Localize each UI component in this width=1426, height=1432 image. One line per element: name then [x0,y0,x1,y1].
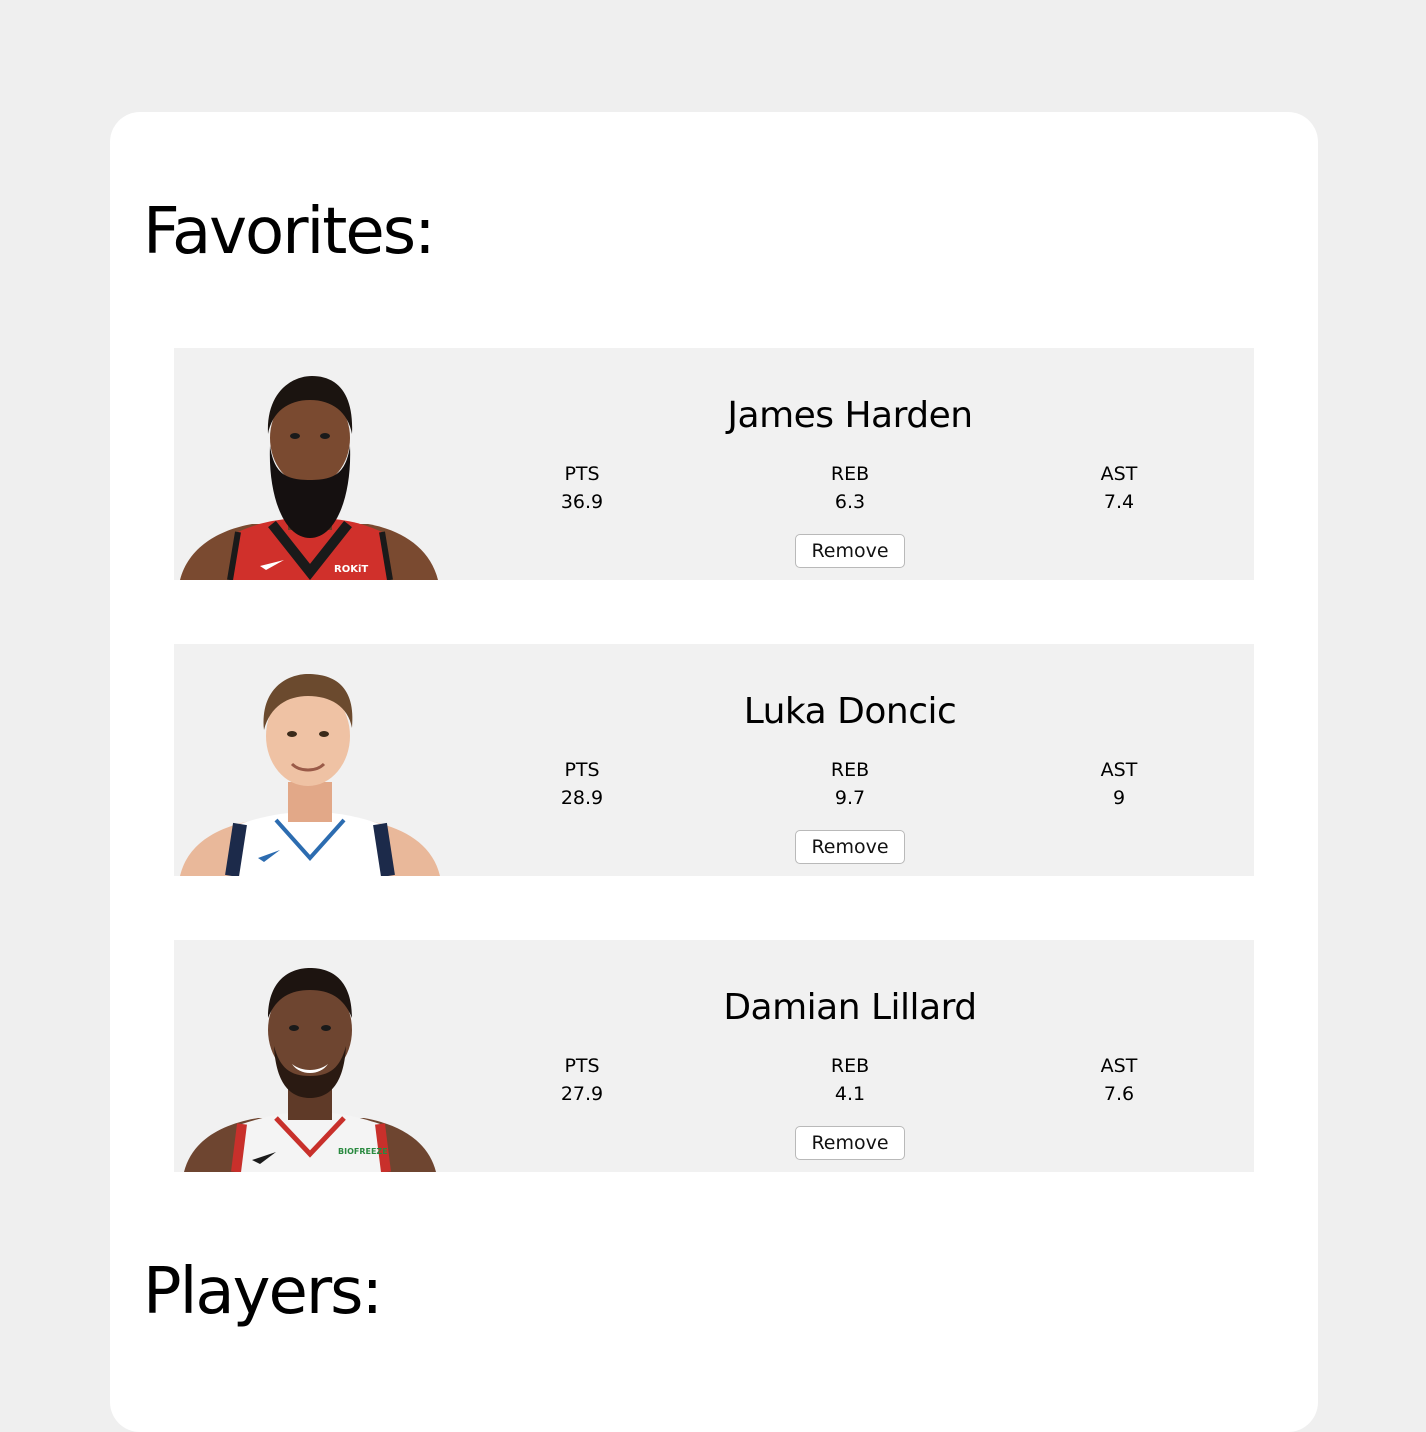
player-photo [180,672,440,876]
stat-value: 7.4 [1103,491,1135,513]
remove-button[interactable]: Remove [795,830,905,864]
favorites-heading: Favorites: [143,195,436,269]
stat-reb: REB 4.1 [790,1052,910,1108]
stat-label: PTS [564,1055,600,1077]
stat-label: PTS [564,759,600,781]
stat-value: 6.3 [834,491,866,513]
stat-value: 9.7 [834,787,866,809]
player-headshot-lillard-icon: BIOFREEZE [184,968,436,1172]
player-stats: PTS 28.9 REB 9.7 AST 9 [452,756,1212,816]
stat-pts: PTS 27.9 [522,1052,642,1108]
favorite-card: BIOFREEZE Damian Lillard PTS 27.9 REB 4.… [174,940,1254,1172]
stat-label: REB [830,463,870,485]
stat-ast: AST 9 [1059,756,1179,812]
stat-value: 28.9 [560,787,604,809]
player-photo: BIOFREEZE [180,968,440,1172]
stat-label: AST [1100,759,1138,781]
stat-reb: REB 9.7 [790,756,910,812]
stat-pts: PTS 36.9 [522,460,642,516]
stat-ast: AST 7.6 [1059,1052,1179,1108]
stat-label: AST [1100,1055,1138,1077]
player-name: Damian Lillard [723,987,977,1028]
stat-label: REB [830,1055,870,1077]
player-stats: PTS 27.9 REB 4.1 AST 7.6 [452,1052,1212,1112]
stat-reb: REB 6.3 [790,460,910,516]
player-name: Luka Doncic [743,691,957,732]
favorite-card: Luka Doncic PTS 28.9 REB 9.7 AST 9 Remov… [174,644,1254,876]
stat-ast: AST 7.4 [1059,460,1179,516]
remove-button[interactable]: Remove [795,534,905,568]
stat-label: PTS [564,463,600,485]
stat-value: 9 [1112,787,1126,809]
player-headshot-doncic-icon [180,674,440,876]
stat-value: 7.6 [1103,1083,1135,1105]
player-name: James Harden [727,395,973,436]
player-photo: ROKiT [180,376,440,580]
stat-pts: PTS 28.9 [522,756,642,812]
svg-text:ROKiT: ROKiT [334,564,368,575]
player-headshot-harden-icon: ROKiT [180,376,438,580]
remove-button[interactable]: Remove [795,1126,905,1160]
stat-label: AST [1100,463,1138,485]
stat-value: 4.1 [834,1083,866,1105]
players-heading: Players: [143,1255,383,1329]
stat-value: 36.9 [560,491,604,513]
stat-label: REB [830,759,870,781]
player-stats: PTS 36.9 REB 6.3 AST 7.4 [452,460,1212,520]
main-panel: Favorites: ROKiT James Harden PTS 36.9 R… [110,112,1318,1432]
stat-value: 27.9 [560,1083,604,1105]
svg-text:BIOFREEZE: BIOFREEZE [338,1147,388,1156]
favorite-card: ROKiT James Harden PTS 36.9 REB 6.3 AST … [174,348,1254,580]
